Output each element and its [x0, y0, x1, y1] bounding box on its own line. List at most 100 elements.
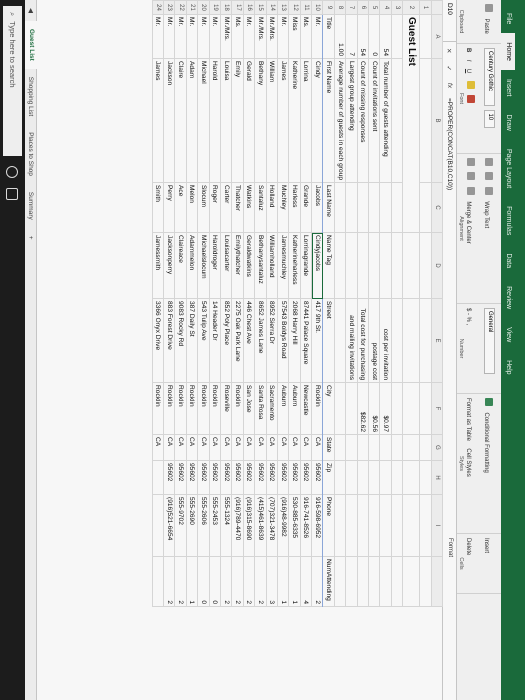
cell[interactable]: Jackson: [163, 58, 175, 183]
cell[interactable]: Mr.: [152, 14, 164, 59]
row-header[interactable]: 9: [322, 0, 335, 15]
cell[interactable]: [379, 232, 392, 299]
cell[interactable]: [391, 232, 403, 299]
cell[interactable]: 0: [209, 556, 221, 607]
cell[interactable]: [391, 494, 403, 557]
cell[interactable]: 95602: [300, 460, 312, 495]
cell[interactable]: CA: [186, 434, 198, 461]
cell[interactable]: 54: [379, 14, 392, 59]
cell[interactable]: Mr./Mrs.: [220, 14, 232, 59]
cell[interactable]: (707)321-3478: [266, 494, 278, 557]
column-header[interactable]: I: [431, 494, 443, 557]
function-icon[interactable]: fx: [446, 77, 453, 94]
cell[interactable]: Watkins: [243, 182, 255, 233]
row-header[interactable]: 16: [243, 0, 255, 15]
cell[interactable]: [368, 494, 380, 557]
column-header[interactable]: C: [431, 182, 443, 233]
underline-button[interactable]: U: [465, 69, 471, 73]
cell[interactable]: [402, 434, 420, 461]
conditional-formatting-button[interactable]: Conditional Formatting: [483, 412, 489, 472]
italic-button[interactable]: I: [465, 60, 471, 62]
cell[interactable]: [419, 14, 432, 59]
align-center-icon[interactable]: [467, 172, 476, 181]
cell[interactable]: 2: [231, 556, 244, 607]
cell[interactable]: [419, 382, 432, 435]
cell[interactable]: [357, 232, 369, 299]
cell[interactable]: [419, 434, 432, 461]
row-header[interactable]: 11: [300, 0, 312, 15]
cell[interactable]: Jacksonperry: [163, 232, 175, 299]
table-header[interactable]: Last Name: [322, 182, 335, 233]
table-header[interactable]: City: [322, 382, 335, 435]
cell[interactable]: Jamessmith: [152, 232, 164, 299]
cell[interactable]: Carter: [220, 182, 232, 233]
cell[interactable]: Auburn: [277, 382, 289, 435]
align-left-icon[interactable]: [467, 158, 476, 166]
add-sheet-button[interactable]: +: [24, 228, 36, 248]
cell[interactable]: 95602: [163, 460, 175, 495]
cell[interactable]: Newcastle: [300, 382, 312, 435]
cell[interactable]: [334, 382, 346, 435]
cell[interactable]: [391, 434, 403, 461]
cell[interactable]: Haroldroger: [209, 232, 221, 299]
cell[interactable]: 2275 Oak Park Lane: [231, 298, 244, 383]
cell[interactable]: 14 Header Dr: [209, 298, 221, 383]
worksheet-grid[interactable]: A B C D E F G H I 1 2 Guest List 3 4 54 Total number of…: [152, 0, 443, 700]
cell[interactable]: (916)521-6654: [163, 494, 175, 557]
cell[interactable]: CA: [266, 434, 278, 461]
cell[interactable]: CA: [277, 434, 289, 461]
cell[interactable]: [345, 232, 358, 299]
cell[interactable]: Jacobs: [311, 182, 323, 233]
enter-icon[interactable]: ✓: [446, 59, 454, 76]
cell[interactable]: 2: [220, 556, 232, 607]
cell[interactable]: Sacramento: [266, 382, 278, 435]
cell[interactable]: Thatcher: [231, 182, 244, 233]
cell[interactable]: Katherine: [288, 58, 301, 183]
row-header[interactable]: 3: [391, 0, 403, 15]
scroll-left-icon[interactable]: ◀: [24, 0, 36, 21]
row-header[interactable]: 13: [277, 0, 289, 15]
row-header[interactable]: 23: [163, 0, 175, 15]
cell[interactable]: Lorrinagrande: [300, 232, 312, 299]
font-name-select[interactable]: Century Gothic: [483, 48, 495, 106]
cell[interactable]: 95602: [174, 460, 187, 495]
merge-center-button[interactable]: Merge & Center: [465, 201, 471, 243]
cell[interactable]: 417 9th St.: [311, 298, 323, 383]
cell[interactable]: [419, 298, 432, 383]
cell[interactable]: [402, 298, 420, 383]
cell[interactable]: Mr.: [311, 14, 323, 59]
cell-styles-button[interactable]: Cell Styles: [465, 448, 471, 476]
table-header[interactable]: Street: [322, 298, 335, 383]
cell[interactable]: cost per invitation: [379, 298, 392, 383]
cell[interactable]: 2: [311, 556, 323, 607]
cell[interactable]: [419, 460, 432, 495]
cell[interactable]: 8652 James Lane: [254, 298, 267, 383]
cell[interactable]: William: [266, 58, 278, 183]
cell[interactable]: Adam: [186, 58, 198, 183]
cell[interactable]: CA: [197, 434, 210, 461]
tab-formulas[interactable]: Formulas: [501, 197, 515, 244]
cancel-icon[interactable]: ✕: [446, 42, 454, 59]
cell[interactable]: [152, 460, 164, 495]
cell[interactable]: 1: [277, 556, 289, 607]
cell[interactable]: Bethany: [254, 58, 267, 183]
cell[interactable]: Rocklin: [174, 382, 187, 435]
cell[interactable]: 852 Poly Place: [220, 298, 232, 383]
row-header[interactable]: 8: [334, 0, 346, 15]
column-header[interactable]: B: [431, 58, 443, 183]
cell[interactable]: Rocklin: [163, 382, 175, 435]
cell[interactable]: [334, 434, 346, 461]
cell[interactable]: Auburn: [288, 382, 301, 435]
cell[interactable]: Ms.: [231, 14, 244, 59]
cell[interactable]: CA: [174, 434, 187, 461]
column-header[interactable]: G: [431, 434, 443, 461]
cell[interactable]: 95602: [197, 460, 210, 495]
cell[interactable]: 2068 Harry Hill: [288, 298, 301, 383]
cell[interactable]: Emily: [231, 58, 244, 183]
cell[interactable]: [379, 460, 392, 495]
name-box[interactable]: D10: [443, 0, 456, 42]
taskbar-search[interactable]: ⌕ Type here to search: [3, 6, 22, 156]
format-button[interactable]: Format: [447, 538, 453, 557]
cell[interactable]: [345, 494, 358, 557]
cell[interactable]: Santa Rosa: [254, 382, 267, 435]
